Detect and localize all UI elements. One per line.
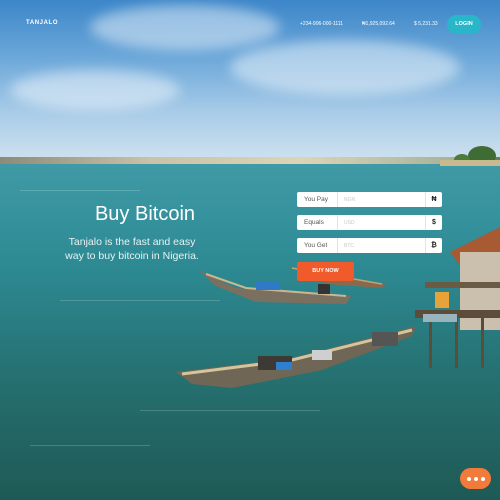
canoe [176,326,416,388]
ellipsis-chat-icon [473,476,478,481]
chat-widget-button[interactable] [460,468,491,489]
usd-amount-input[interactable] [338,215,425,230]
ripple [20,190,140,191]
cloud [10,70,180,110]
brand-logo[interactable]: TANJALO [26,20,58,26]
pay-amount-input[interactable] [338,192,425,207]
pay-row: You Pay ₦ [297,192,442,207]
ellipsis-chat-icon [480,476,485,481]
btc-usd-price: $ 5,231.33 [414,21,438,27]
cloud [230,40,460,95]
btc-ngn-price: ₦1,925,092.64 [362,21,395,27]
ripple [30,445,150,446]
cloud [90,5,280,50]
pay-label: You Pay [297,192,338,207]
get-row: You Get ₿ [297,238,442,253]
get-label: You Get [297,238,338,253]
phone-number[interactable]: +234-906-000-1111 [300,21,343,27]
btc-amount-input[interactable] [338,238,425,253]
hero-title: Buy Bitcoin [94,203,196,225]
hero-subtitle: Tanjalo is the fast and easy way to buy … [65,236,199,262]
login-button[interactable]: LOGIN [447,15,481,34]
naira-icon: ₦ [425,192,442,207]
buy-now-button[interactable]: BUY NOW [297,262,354,281]
dollar-icon: $ [425,215,442,230]
ripple [140,410,320,411]
equals-label: Equals [297,215,338,230]
ellipsis-chat-icon [466,476,471,481]
bitcoin-icon: ₿ [425,238,442,253]
shore-trees [440,146,500,166]
equals-row: Equals $ [297,215,442,230]
